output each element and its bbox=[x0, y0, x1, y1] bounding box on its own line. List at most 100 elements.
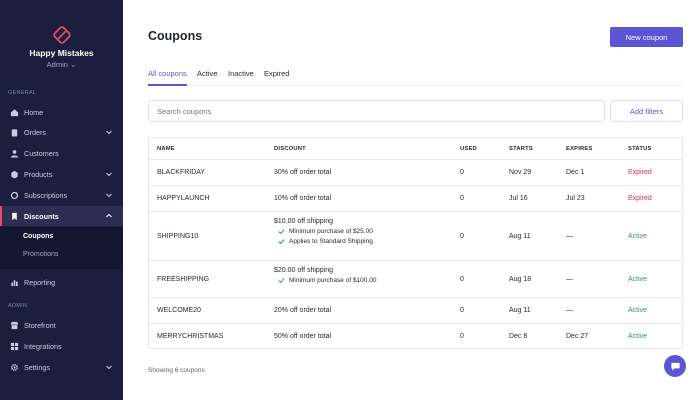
column-header-status[interactable]: STATUS bbox=[628, 146, 652, 152]
column-header-expires[interactable]: EXPIRES bbox=[566, 146, 593, 152]
sidebar-item-home[interactable]: Home bbox=[0, 102, 123, 122]
start-date: Aug 18 bbox=[509, 275, 532, 283]
section-label-admin: ADMIN bbox=[8, 303, 28, 309]
status-badge: Active bbox=[628, 307, 648, 314]
tab-active[interactable]: Active bbox=[197, 69, 217, 78]
table-row[interactable]: SHIPPING10 $10.00 off shipping Minimum pur… bbox=[149, 212, 682, 261]
sidebar-item-subscriptions[interactable]: Subscriptions bbox=[0, 185, 123, 205]
table-row[interactable]: HAPPYLAUNCH 10% off order total 0 Jul 16 Jul… bbox=[149, 186, 682, 212]
discount-condition-text: Minimum purchase of $100.00 bbox=[289, 277, 377, 284]
used-count: 0 bbox=[460, 307, 464, 314]
active-tab-indicator bbox=[148, 84, 187, 86]
chevron-down-icon bbox=[106, 172, 112, 177]
sidebar-item-reporting[interactable]: Reporting bbox=[0, 272, 123, 292]
expire-date: Jul 23 bbox=[566, 195, 585, 202]
checkmark-icon bbox=[278, 239, 285, 245]
sidebar-item-storefront[interactable]: Storefront bbox=[0, 315, 123, 335]
add-filters-button[interactable]: Add filters bbox=[610, 100, 683, 122]
checkmark-icon bbox=[278, 278, 285, 284]
discount-text: $10.00 off shipping bbox=[274, 218, 334, 225]
start-date: Aug 11 bbox=[509, 232, 531, 240]
gear-icon bbox=[8, 361, 20, 373]
page-title: Coupons bbox=[148, 29, 203, 43]
sidebar-item-products[interactable]: Products bbox=[0, 164, 123, 184]
sidebar-item-settings[interactable]: Settings bbox=[0, 357, 123, 377]
table-row[interactable]: BLACKFRIDAY 30% off order total 0 Nov 29 Dec… bbox=[149, 160, 682, 186]
checkmark-icon bbox=[278, 229, 285, 235]
discount-cell: 50% off order total bbox=[274, 333, 331, 340]
used-count: 0 bbox=[460, 333, 464, 340]
column-header-name[interactable]: NAME bbox=[157, 146, 175, 152]
chevron-up-icon bbox=[106, 213, 112, 218]
sidebar-item-orders[interactable]: Orders bbox=[0, 122, 123, 142]
expire-date: — bbox=[566, 275, 573, 283]
discount-text: 10% off order total bbox=[274, 195, 332, 202]
sidebar-item-label: Settings bbox=[24, 362, 50, 372]
coupon-name: BLACKFRIDAY bbox=[157, 169, 206, 176]
discount-cell: 20% off order total bbox=[274, 307, 331, 314]
sidebar: Happy Mistakes Admin ⌄ GENERAL Home Orde… bbox=[0, 0, 123, 400]
grid-icon bbox=[8, 340, 20, 352]
sidebar-item-label: Home bbox=[24, 107, 44, 117]
chart-icon bbox=[8, 276, 20, 288]
table-row[interactable]: WELCOME20 20% off order total 0 Aug 11 — Acti… bbox=[149, 298, 682, 324]
expire-date: Dec 27 bbox=[566, 333, 589, 340]
sidebar-item-label: Orders bbox=[24, 127, 46, 137]
bookmark-icon bbox=[8, 210, 20, 222]
sidebar-item-label: Discounts bbox=[24, 211, 59, 221]
sidebar-item-customers[interactable]: Customers bbox=[0, 143, 123, 163]
discount-condition-text: Applies to Standard Shipping bbox=[289, 238, 373, 245]
start-date: Dec 8 bbox=[509, 333, 528, 340]
sidebar-item-label: Reporting bbox=[24, 277, 56, 287]
sidebar-item-integrations[interactable]: Integrations bbox=[0, 336, 123, 356]
column-header-used[interactable]: USED bbox=[460, 146, 477, 152]
role-selector[interactable]: Admin ⌄ bbox=[0, 60, 123, 69]
used-count: 0 bbox=[460, 275, 464, 283]
tab-all-coupons[interactable]: All coupons bbox=[148, 69, 187, 78]
coupon-name: HAPPYLAUNCH bbox=[157, 195, 210, 202]
clipboard-icon bbox=[8, 126, 20, 138]
discount-cell: 30% off order total bbox=[274, 169, 331, 176]
active-indicator bbox=[0, 206, 2, 226]
sidebar-subitem-coupons[interactable]: Coupons bbox=[23, 233, 53, 240]
box-icon bbox=[8, 168, 20, 180]
table-row[interactable]: MERRYCHRISTMAS 50% off order total 0 Dec 8 D… bbox=[149, 324, 682, 350]
column-header-starts[interactable]: STARTS bbox=[509, 146, 533, 152]
tabs-divider bbox=[148, 85, 683, 86]
status-badge: Active bbox=[628, 333, 648, 340]
sidebar-item-label: Integrations bbox=[24, 341, 62, 351]
table-row[interactable]: FREESHIPPING $20.00 off shipping Minimum p… bbox=[149, 261, 682, 298]
status-badge: Expired bbox=[628, 169, 652, 176]
section-label-general: GENERAL bbox=[8, 90, 37, 96]
discount-cell: $10.00 off shipping Minimum purchase of $… bbox=[274, 218, 373, 245]
brand-name: Happy Mistakes bbox=[29, 48, 94, 58]
refresh-icon bbox=[8, 189, 20, 201]
used-count: 0 bbox=[460, 232, 464, 240]
discount-text: 50% off order total bbox=[274, 333, 332, 340]
sidebar-item-label: Customers bbox=[24, 148, 59, 158]
column-header-discount[interactable]: DISCOUNT bbox=[274, 146, 306, 152]
discount-text: 20% off order total bbox=[274, 307, 332, 314]
tab-expired[interactable]: Expired bbox=[264, 69, 289, 78]
chevron-down-icon bbox=[106, 193, 112, 198]
coupon-name: FREESHIPPING bbox=[157, 275, 210, 283]
sidebar-item-discounts[interactable]: Discounts bbox=[0, 206, 123, 226]
sidebar-item-label: Storefront bbox=[24, 320, 56, 330]
discount-text: $20.00 off shipping bbox=[274, 267, 334, 274]
discount-condition: Applies to Standard Shipping bbox=[274, 238, 373, 245]
chat-button[interactable] bbox=[664, 355, 686, 377]
new-coupon-button[interactable]: New coupon bbox=[610, 27, 683, 47]
used-count: 0 bbox=[460, 195, 464, 202]
chevron-down-icon bbox=[106, 365, 112, 370]
tab-inactive[interactable]: Inactive bbox=[228, 69, 254, 78]
sidebar-item-label: Subscriptions bbox=[24, 190, 68, 200]
start-date: Nov 29 bbox=[509, 169, 532, 176]
brand: Happy Mistakes Admin ⌄ bbox=[0, 26, 123, 69]
table-header: NAME DISCOUNT USED STARTS EXPIRES STATUS bbox=[149, 138, 682, 160]
expire-date: — bbox=[566, 232, 573, 240]
chevron-down-icon bbox=[106, 130, 112, 135]
expire-date: — bbox=[566, 307, 573, 314]
brand-logo-icon[interactable] bbox=[52, 26, 71, 44]
search-input[interactable] bbox=[148, 100, 605, 122]
sidebar-subitem-promotions[interactable]: Promotions bbox=[23, 251, 58, 258]
